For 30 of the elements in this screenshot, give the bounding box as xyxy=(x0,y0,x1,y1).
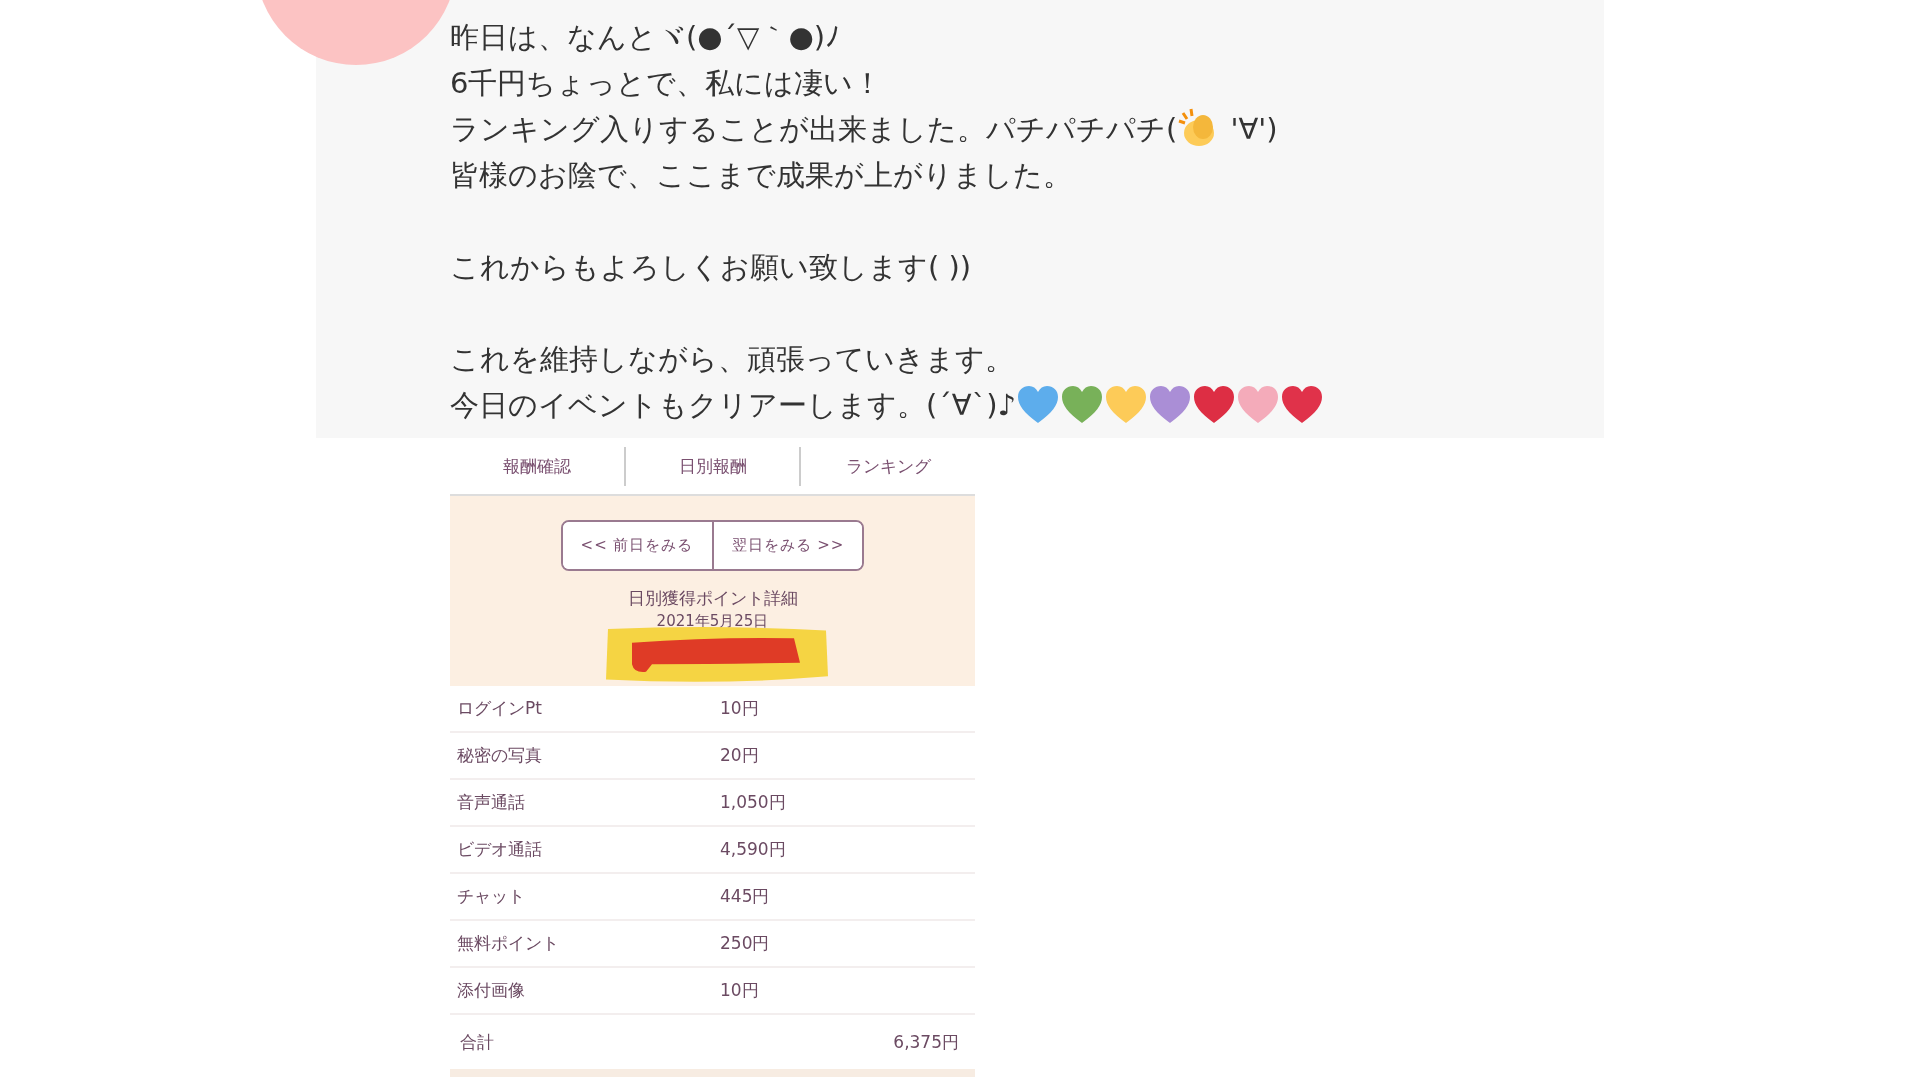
row-label: チャット xyxy=(456,885,526,908)
post-text: これからもよろしくお願い致します( )) xyxy=(450,249,972,286)
date-text: 2021年5月25日 xyxy=(656,612,769,631)
row-value: 1,050円 xyxy=(720,791,786,814)
row-label: 添付画像 xyxy=(456,979,526,1002)
row-label: 音声通話 xyxy=(456,791,526,814)
tab[interactable]: 報酬確認 xyxy=(450,446,626,486)
row-label: 秘密の写真 xyxy=(456,744,543,767)
row-value: 20円 xyxy=(720,744,759,767)
post-text: '∀') xyxy=(1229,111,1278,148)
section-title: 日別獲得ポイント詳細 xyxy=(627,587,798,610)
post-text: 6千円ちょっとで、私には凄い！ xyxy=(450,65,883,102)
post-text: ランキング入りすることが出来ました。パチパチパチ( xyxy=(450,111,1178,148)
row-label: 無料ポイント xyxy=(456,932,560,955)
post-text: 皆様のお陰で、ここまで成果が上がりました。 xyxy=(450,157,1072,194)
post-text: 今日のイベントもクリアーします。(´∀`)♪ xyxy=(450,387,1016,424)
row-value: 10円 xyxy=(720,697,759,720)
post-text: 昨日は、なんとヾ(●´▽｀●)ﾉ xyxy=(450,19,841,56)
total-value: 6,375円 xyxy=(893,1030,959,1054)
row-value: 4,590円 xyxy=(720,838,786,861)
row-value: 10円 xyxy=(720,979,759,1002)
row-label: ログインPt xyxy=(456,697,543,720)
total-label: 合計 xyxy=(460,1030,494,1054)
row-value: 250円 xyxy=(720,932,770,955)
row-label: ビデオ通話 xyxy=(456,838,543,861)
row-value: 445円 xyxy=(720,885,770,908)
day-nav-button[interactable]: 翌日をみる >> xyxy=(711,522,863,569)
tab[interactable]: 日別報酬 xyxy=(625,446,802,486)
tab[interactable]: ランキング xyxy=(801,446,975,486)
post-text: これを維持しながら、頑張っていきます。 xyxy=(450,341,1014,378)
